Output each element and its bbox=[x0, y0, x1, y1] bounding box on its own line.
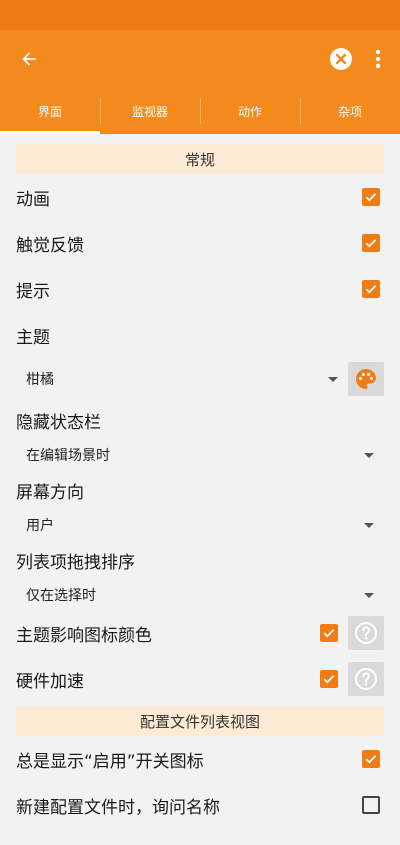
orientation-row: 用户 bbox=[16, 510, 384, 540]
setting-ask-profile-name[interactable]: 新建配置文件时，询问名称 bbox=[16, 782, 384, 828]
section-header-general: 常规 bbox=[16, 144, 384, 174]
tab-bar: 界面 监视器 动作 杂项 bbox=[0, 88, 400, 134]
hardware-acceleration-help-button[interactable] bbox=[348, 662, 384, 696]
spinner-value: 在编辑场景时 bbox=[26, 448, 110, 464]
tab-monitor[interactable]: 监视器 bbox=[100, 88, 200, 134]
spinner-value: 柑橘 bbox=[26, 372, 54, 388]
setting-theme-icon-color[interactable]: 主题影响图标颜色 bbox=[16, 610, 384, 656]
setting-label: 隐藏状态栏 bbox=[16, 412, 101, 433]
back-button[interactable] bbox=[12, 42, 46, 76]
dropdown-caret-icon bbox=[364, 592, 374, 598]
hardware-acceleration-checkbox[interactable] bbox=[320, 670, 338, 688]
status-bar bbox=[0, 0, 400, 30]
arrow-left-icon bbox=[22, 52, 36, 66]
tab-label: 杂项 bbox=[337, 104, 362, 119]
dropdown-caret-icon bbox=[364, 522, 374, 528]
setting-hardware-acceleration[interactable]: 硬件加速 bbox=[16, 656, 384, 702]
more-options-button[interactable] bbox=[368, 42, 388, 76]
animation-checkbox[interactable] bbox=[362, 188, 380, 206]
dropdown-caret-icon bbox=[364, 452, 374, 458]
hide-statusbar-row: 在编辑场景时 bbox=[16, 440, 384, 470]
clear-button[interactable] bbox=[324, 42, 358, 76]
theme-palette-button[interactable] bbox=[348, 362, 384, 396]
setting-haptic-feedback[interactable]: 触觉反馈 bbox=[16, 220, 384, 266]
check-icon bbox=[365, 285, 377, 294]
setting-label: 主题 bbox=[16, 327, 50, 348]
tab-actions[interactable]: 动作 bbox=[200, 88, 300, 134]
theme-icon-color-help-button[interactable] bbox=[348, 616, 384, 650]
setting-label: 主题影响图标颜色 bbox=[16, 625, 152, 646]
spinner-value: 用户 bbox=[26, 518, 54, 534]
setting-orientation: 屏幕方向 bbox=[16, 470, 384, 510]
tab-label: 动作 bbox=[237, 104, 262, 119]
section-title: 常规 bbox=[184, 150, 215, 169]
setting-label: 列表项拖拽排序 bbox=[16, 552, 135, 573]
close-circle-icon bbox=[330, 48, 352, 70]
more-vert-icon bbox=[375, 49, 381, 69]
setting-label: 触觉反馈 bbox=[16, 235, 84, 256]
setting-label: 总是显示“启用”开关图标 bbox=[16, 751, 204, 772]
check-icon bbox=[365, 193, 377, 202]
orientation-spinner[interactable]: 用户 bbox=[16, 515, 384, 535]
check-icon bbox=[365, 239, 377, 248]
tab-label: 界面 bbox=[37, 104, 62, 119]
section-header-profile-list: 配置文件列表视图 bbox=[16, 706, 384, 736]
theme-row: 柑橘 bbox=[16, 358, 384, 400]
setting-animation[interactable]: 动画 bbox=[16, 174, 384, 220]
drag-sort-row: 仅在选择时 bbox=[16, 580, 384, 610]
drag-sort-spinner[interactable]: 仅在选择时 bbox=[16, 585, 384, 605]
haptic-checkbox[interactable] bbox=[362, 234, 380, 252]
hints-checkbox[interactable] bbox=[362, 280, 380, 298]
check-icon bbox=[323, 675, 335, 684]
tab-label: 监视器 bbox=[131, 104, 168, 119]
setting-label: 新建配置文件时，询问名称 bbox=[16, 797, 220, 818]
always-show-enable-checkbox[interactable] bbox=[362, 750, 380, 768]
setting-theme: 主题 bbox=[16, 312, 384, 358]
hide-statusbar-spinner[interactable]: 在编辑场景时 bbox=[16, 445, 384, 465]
ask-profile-name-checkbox[interactable] bbox=[362, 796, 380, 814]
help-icon bbox=[355, 622, 377, 644]
setting-hide-statusbar: 隐藏状态栏 bbox=[16, 400, 384, 440]
dropdown-caret-icon bbox=[328, 376, 338, 382]
theme-icon-color-checkbox[interactable] bbox=[320, 624, 338, 642]
setting-label: 硬件加速 bbox=[16, 671, 84, 692]
setting-drag-sort: 列表项拖拽排序 bbox=[16, 540, 384, 580]
tab-interface[interactable]: 界面 bbox=[0, 88, 100, 134]
setting-hints[interactable]: 提示 bbox=[16, 266, 384, 312]
setting-label: 屏幕方向 bbox=[16, 482, 84, 503]
check-icon bbox=[323, 629, 335, 638]
help-icon bbox=[355, 668, 377, 690]
setting-label: 动画 bbox=[16, 189, 50, 210]
toolbar bbox=[0, 30, 400, 88]
setting-label: 提示 bbox=[16, 281, 50, 302]
section-title: 配置文件列表视图 bbox=[139, 712, 260, 731]
check-icon bbox=[365, 755, 377, 764]
tab-misc[interactable]: 杂项 bbox=[300, 88, 400, 134]
settings-list: 常规 动画 触觉反馈 提示 主题 柑橘 隐藏状态栏 在编辑场景时 屏幕方向 用户… bbox=[0, 144, 400, 828]
theme-spinner[interactable]: 柑橘 bbox=[16, 369, 348, 389]
palette-icon bbox=[356, 369, 376, 389]
spinner-value: 仅在选择时 bbox=[26, 588, 96, 604]
setting-always-show-enable-icon[interactable]: 总是显示“启用”开关图标 bbox=[16, 736, 384, 782]
